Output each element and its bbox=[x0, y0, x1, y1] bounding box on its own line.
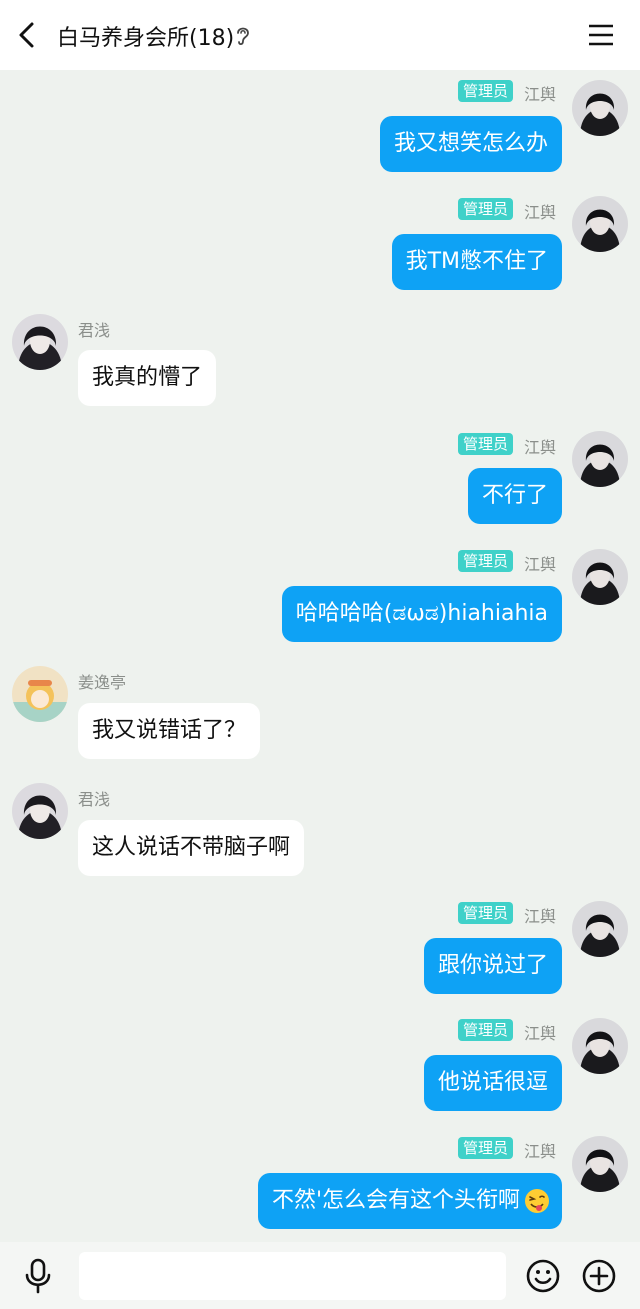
sender-name: 江舆 bbox=[524, 203, 557, 222]
message-bubble[interactable]: 我真的懵了 bbox=[78, 350, 217, 406]
tongue-wink-emoji-icon bbox=[525, 1189, 549, 1213]
message-bubble[interactable]: 哈哈哈哈(ಡωಡ)hiahiahia bbox=[281, 586, 562, 642]
menu-icon[interactable] bbox=[586, 20, 616, 50]
chat-title[interactable]: 白马养身会所(18) bbox=[57, 20, 234, 52]
sender-name: 江舆 bbox=[524, 907, 557, 926]
admin-badge: 管理员 bbox=[458, 198, 514, 220]
sender-name: 江舆 bbox=[524, 1142, 557, 1161]
avatar[interactable] bbox=[12, 783, 68, 839]
avatar[interactable] bbox=[572, 1018, 628, 1074]
avatar[interactable] bbox=[572, 901, 628, 957]
message-bubble[interactable]: 不行了 bbox=[467, 468, 562, 524]
avatar[interactable] bbox=[572, 1136, 628, 1192]
admin-badge: 管理员 bbox=[458, 80, 514, 102]
back-icon[interactable] bbox=[12, 19, 44, 51]
microphone-icon[interactable] bbox=[22, 1258, 54, 1294]
sender-name: 江舆 bbox=[524, 438, 557, 457]
admin-badge: 管理员 bbox=[458, 1137, 514, 1159]
sender-name: 江舆 bbox=[524, 555, 557, 574]
avatar[interactable] bbox=[572, 196, 628, 252]
ear-icon bbox=[237, 27, 249, 46]
message-bubble[interactable]: 不然'怎么会有这个头衔啊 bbox=[257, 1173, 562, 1229]
sender-name: 江舆 bbox=[524, 85, 557, 104]
message-bubble[interactable]: 他说话很逗 bbox=[423, 1055, 562, 1111]
avatar[interactable] bbox=[12, 666, 68, 722]
message-bubble[interactable]: 跟你说过了 bbox=[423, 938, 562, 994]
smiley-icon[interactable] bbox=[526, 1259, 560, 1293]
chat-header: 白马养身会所(18) bbox=[0, 0, 640, 70]
chat-message-list[interactable]: 管理员 江舆 我又想笑怎么办 管理员 江舆 我TM憋不住了 君浅 我真的懵了 管… bbox=[0, 70, 640, 1242]
avatar[interactable] bbox=[572, 80, 628, 136]
sender-name: 姜逸亭 bbox=[78, 673, 127, 692]
message-input[interactable] bbox=[79, 1252, 506, 1300]
admin-badge: 管理员 bbox=[458, 1019, 514, 1041]
sender-name: 君浅 bbox=[78, 321, 111, 340]
message-text: 不然'怎么会有这个头衔啊 bbox=[271, 1188, 520, 1213]
admin-badge: 管理员 bbox=[458, 902, 514, 924]
avatar[interactable] bbox=[572, 431, 628, 487]
message-bubble[interactable]: 这人说话不带脑子啊 bbox=[78, 820, 305, 876]
message-bubble[interactable]: 我又想笑怎么办 bbox=[379, 116, 562, 172]
avatar[interactable] bbox=[572, 549, 628, 605]
avatar[interactable] bbox=[12, 314, 68, 370]
admin-badge: 管理员 bbox=[458, 550, 514, 572]
sender-name: 江舆 bbox=[524, 1024, 557, 1043]
sender-name: 君浅 bbox=[78, 790, 111, 809]
message-bubble[interactable]: 我TM憋不住了 bbox=[391, 234, 562, 290]
message-bubble[interactable]: 我又说错话了？ bbox=[78, 703, 261, 759]
admin-badge: 管理员 bbox=[458, 433, 514, 455]
message-input-bar bbox=[0, 1242, 640, 1309]
plus-circle-icon[interactable] bbox=[582, 1259, 616, 1293]
